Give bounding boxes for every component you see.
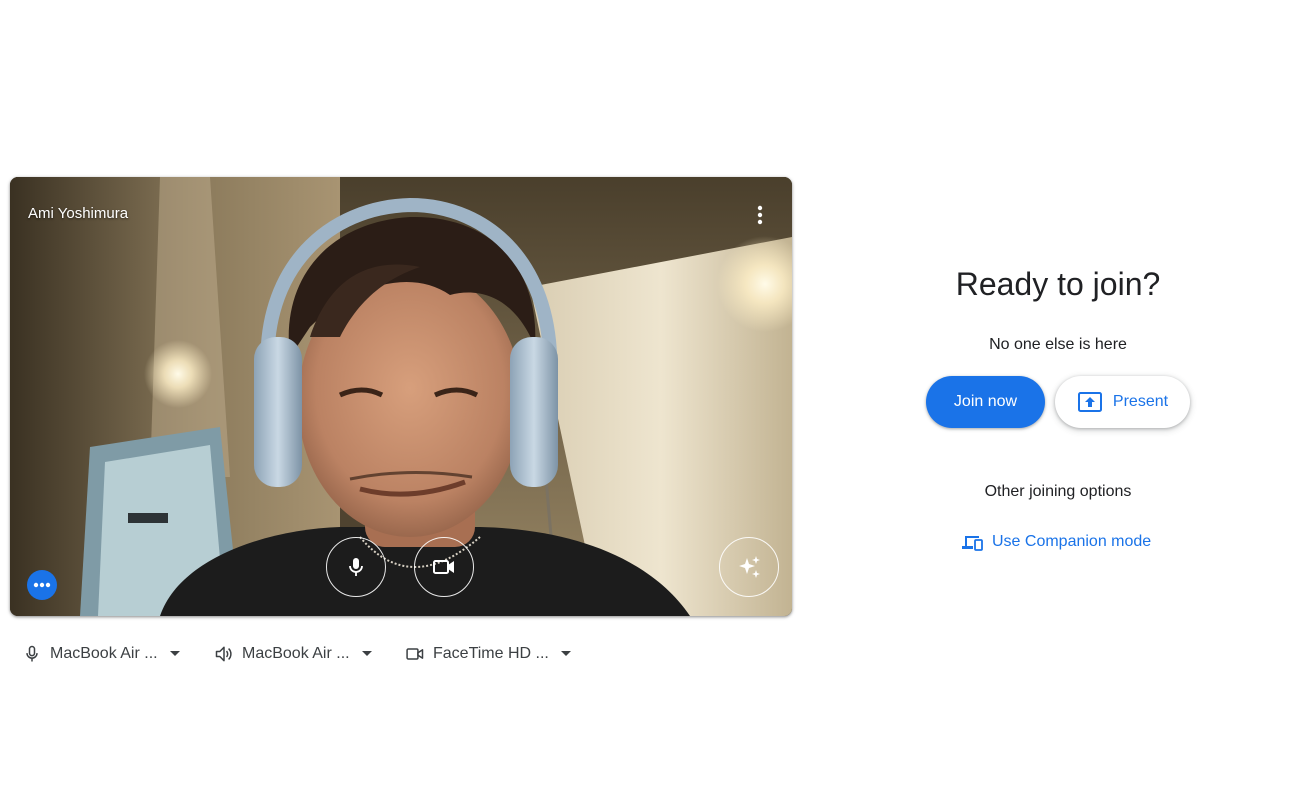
camera-select[interactable]: FaceTime HD ... [405, 640, 571, 668]
participant-name: Ami Yoshimura [28, 205, 129, 222]
more-options-dots-button[interactable] [27, 570, 57, 600]
join-now-label: Join now [953, 393, 1018, 410]
toggle-microphone-button[interactable] [326, 537, 386, 597]
microphone-select[interactable]: MacBook Air ... [22, 640, 180, 668]
present-button[interactable]: Present [1055, 376, 1190, 428]
more-vert-icon [757, 205, 763, 225]
present-label: Present [1112, 393, 1169, 410]
meet-prejoin-page: Ami Yoshimura MacBook Air ... MacBook Ai… [0, 0, 1292, 792]
present-screen-icon [1077, 392, 1102, 412]
more-horiz-icon [33, 582, 51, 588]
microphone-icon [26, 645, 38, 662]
page-title: Ready to join? [955, 266, 1161, 302]
visual-effects-button[interactable] [719, 537, 779, 597]
speaker-icon [215, 646, 232, 662]
companion-mode-label: Use Companion mode [992, 533, 1152, 550]
more-options-button[interactable] [748, 203, 772, 227]
join-now-button[interactable]: Join now [926, 376, 1045, 428]
use-companion-mode-link[interactable]: Use Companion mode [961, 529, 1151, 555]
microphone-icon [349, 558, 363, 576]
other-joining-options-heading: Other joining options [984, 483, 1132, 500]
dropdown-arrow-icon [560, 651, 571, 656]
dropdown-arrow-icon [361, 651, 372, 656]
toggle-camera-button[interactable] [414, 537, 474, 597]
companion-devices-icon [962, 536, 983, 551]
speaker-select-label: MacBook Air ... [242, 645, 350, 662]
videocam-icon [406, 648, 424, 660]
microphone-select-label: MacBook Air ... [50, 645, 158, 662]
videocam-icon [433, 560, 454, 574]
camera-select-label: FaceTime HD ... [433, 645, 549, 662]
self-video-preview: Ami Yoshimura [10, 177, 792, 616]
camera-feed-image [10, 177, 792, 616]
speaker-select[interactable]: MacBook Air ... [214, 640, 372, 668]
sparkle-icon [739, 556, 760, 578]
meeting-status-text: No one else is here [989, 336, 1127, 353]
dropdown-arrow-icon [169, 651, 180, 656]
